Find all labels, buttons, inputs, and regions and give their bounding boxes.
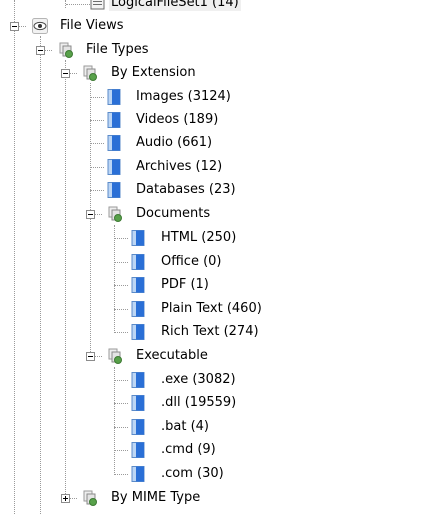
- eye-icon: [32, 18, 48, 34]
- file-types-node-icon: [107, 348, 123, 364]
- file-types-node-icon: [107, 206, 123, 222]
- collapse-toggle[interactable]: [10, 22, 19, 31]
- tree-node-label: By Extension: [111, 65, 196, 80]
- tree-node-label: By MIME Type: [111, 490, 201, 505]
- tree-node-label: .exe (3082): [161, 372, 236, 387]
- tree-node-label: .cmd (9): [161, 442, 216, 457]
- blue-file-icon: [106, 182, 122, 198]
- tree-node-label: .dll (19559): [161, 395, 237, 410]
- blue-file-icon: [130, 442, 146, 458]
- tree-connector: [114, 474, 128, 475]
- collapse-toggle[interactable]: [86, 352, 95, 361]
- blue-file-icon: [130, 466, 146, 482]
- tree-node-label: HTML (250): [161, 230, 237, 245]
- tree-connector: [66, 4, 90, 5]
- tree-node-label: Archives (12): [136, 159, 223, 174]
- blue-file-icon: [106, 112, 122, 128]
- tree-node-label: .com (30): [161, 466, 224, 481]
- tree-connector: [114, 262, 128, 263]
- tree-node-label: Videos (189): [136, 112, 219, 127]
- blue-file-icon: [106, 159, 122, 175]
- blue-file-icon: [130, 230, 146, 246]
- tree-connector: [114, 309, 128, 310]
- tree-guide-line: [114, 367, 115, 475]
- tree-node-label: File Types: [86, 42, 149, 57]
- file-types-node-icon: [58, 42, 74, 58]
- tree-connector: [114, 450, 128, 451]
- tree-connector: [90, 143, 104, 144]
- tree-node-label: Executable: [136, 348, 208, 363]
- blue-file-icon: [130, 372, 146, 388]
- tree-connector: [114, 285, 128, 286]
- blue-file-icon: [106, 135, 122, 151]
- blue-file-icon: [130, 301, 146, 317]
- tree-guide-line: [40, 36, 41, 514]
- tree-guide-line: [114, 225, 115, 333]
- tree-node-label: .bat (4): [161, 419, 209, 434]
- tree-connector: [90, 167, 104, 168]
- tree-node-label: Plain Text (460): [161, 301, 262, 316]
- tree-connector: [114, 427, 128, 428]
- tree-connector: [90, 190, 104, 191]
- file-types-node-icon: [82, 490, 98, 506]
- file-tree: LogicalFileSet1 (14) File Views File Typ…: [0, 0, 425, 514]
- tree-connector: [114, 403, 128, 404]
- blue-file-icon: [130, 277, 146, 293]
- tree-guide-line: [14, 0, 15, 514]
- tree-node-label: Images (3124): [136, 89, 231, 104]
- tree-guide-line: [90, 83, 91, 356]
- file-types-node-icon: [82, 65, 98, 81]
- expand-toggle[interactable]: [61, 494, 70, 503]
- tree-connector: [114, 380, 128, 381]
- blue-file-icon: [130, 254, 146, 270]
- blue-file-icon: [130, 395, 146, 411]
- tree-node-label: LogicalFileSet1 (14): [109, 0, 241, 11]
- tree-connector: [90, 97, 104, 98]
- tree-guide-line: [65, 60, 66, 498]
- tree-node-label: Audio (661): [136, 135, 213, 150]
- tree-connector: [114, 332, 128, 333]
- tree-node-label: PDF (1): [161, 277, 209, 292]
- collapse-toggle[interactable]: [61, 69, 70, 78]
- blue-file-icon: [130, 324, 146, 340]
- blue-file-icon: [106, 89, 122, 105]
- tree-node-label: Office (0): [161, 254, 222, 269]
- collapse-toggle[interactable]: [36, 46, 45, 55]
- document-list-icon: [90, 0, 106, 10]
- tree-node-label: Rich Text (274): [161, 324, 259, 339]
- collapse-toggle[interactable]: [86, 210, 95, 219]
- tree-node-label: Documents: [136, 206, 211, 221]
- blue-file-icon: [130, 419, 146, 435]
- tree-node-label: File Views: [60, 18, 124, 33]
- tree-connector: [90, 120, 104, 121]
- tree-node-label: Databases (23): [136, 182, 236, 197]
- tree-connector: [114, 238, 128, 239]
